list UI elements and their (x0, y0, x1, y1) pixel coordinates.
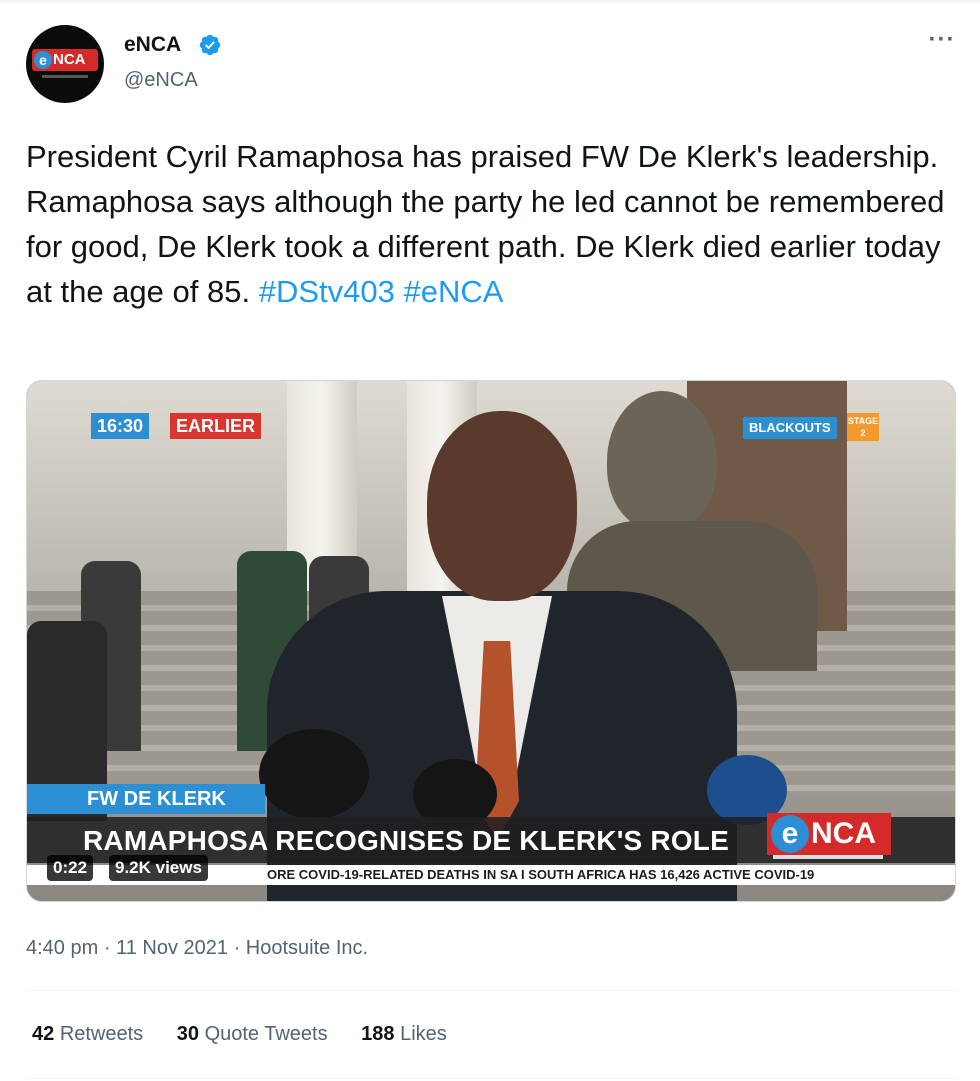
meta-separator: · (233, 937, 241, 959)
retweets-stat[interactable]: 42 Retweets (32, 1023, 143, 1045)
avatar[interactable]: e NCA (26, 25, 104, 103)
tweet-date[interactable]: 11 Nov 2021 (116, 937, 228, 959)
quote-tweets-count: 30 (176, 1023, 199, 1045)
likes-label: Likes (400, 1023, 447, 1045)
enca-brand-e: e (771, 815, 809, 853)
speaker-head (427, 411, 577, 601)
ticker-text: ORE COVID-19-RELATED DEATHS IN SA I SOUT… (267, 867, 815, 882)
retweets-label: Retweets (59, 1023, 144, 1045)
lower-third-label: FW DE KLERK (27, 784, 265, 814)
video-player[interactable]: 16:30 EARLIER BLACKOUTS STAGE 2 FW DE KL… (26, 380, 956, 902)
divider (26, 990, 956, 991)
stage-chip: STAGE 2 (847, 413, 879, 441)
tweet-stats: 42 Retweets 30 Quote Tweets 188 Likes (32, 1021, 475, 1047)
enca-logo-tagline (42, 75, 88, 78)
enca-logo-text: NCA (53, 51, 86, 68)
likes-count: 188 (361, 1023, 395, 1045)
microphone (259, 729, 369, 819)
blackouts-chip: BLACKOUTS (743, 417, 837, 439)
video-duration: 0:22 (47, 855, 94, 881)
enca-brand-text: NCA (811, 817, 876, 850)
tweet-meta: 4:40 pm · 11 Nov 2021 · Hootsuite Inc. (26, 935, 368, 961)
earlier-chip: EARLIER (170, 413, 262, 439)
tweet-time[interactable]: 4:40 pm (26, 937, 98, 959)
account-handle[interactable]: @eNCA (124, 68, 198, 92)
retweets-count: 42 (32, 1023, 55, 1045)
enca-brand-tagline (773, 855, 883, 859)
video-views: 9.2K views (109, 855, 208, 881)
top-divider (0, 0, 980, 2)
verified-badge-icon (199, 34, 221, 56)
divider (26, 1078, 956, 1079)
quote-tweets-stat[interactable]: 30 Quote Tweets (177, 1023, 328, 1045)
tweet: e NCA eNCA @eNCA ··· President Cyril Ram… (0, 0, 980, 1081)
time-chip: 16:30 (91, 413, 150, 439)
likes-stat[interactable]: 188 Likes (361, 1023, 447, 1045)
enca-logo-e: e (34, 51, 52, 69)
hashtag-dstv403[interactable]: #DStv403 (259, 274, 395, 309)
more-options-icon[interactable]: ··· (922, 28, 962, 60)
tweet-source[interactable]: Hootsuite Inc. (246, 937, 368, 959)
account-name[interactable]: eNCA (124, 32, 181, 58)
tweet-text: President Cyril Ramaphosa has praised FW… (26, 134, 956, 314)
meta-separator: · (103, 937, 111, 959)
hashtag-enca[interactable]: #eNCA (403, 274, 503, 309)
quote-tweets-label: Quote Tweets (204, 1023, 328, 1045)
